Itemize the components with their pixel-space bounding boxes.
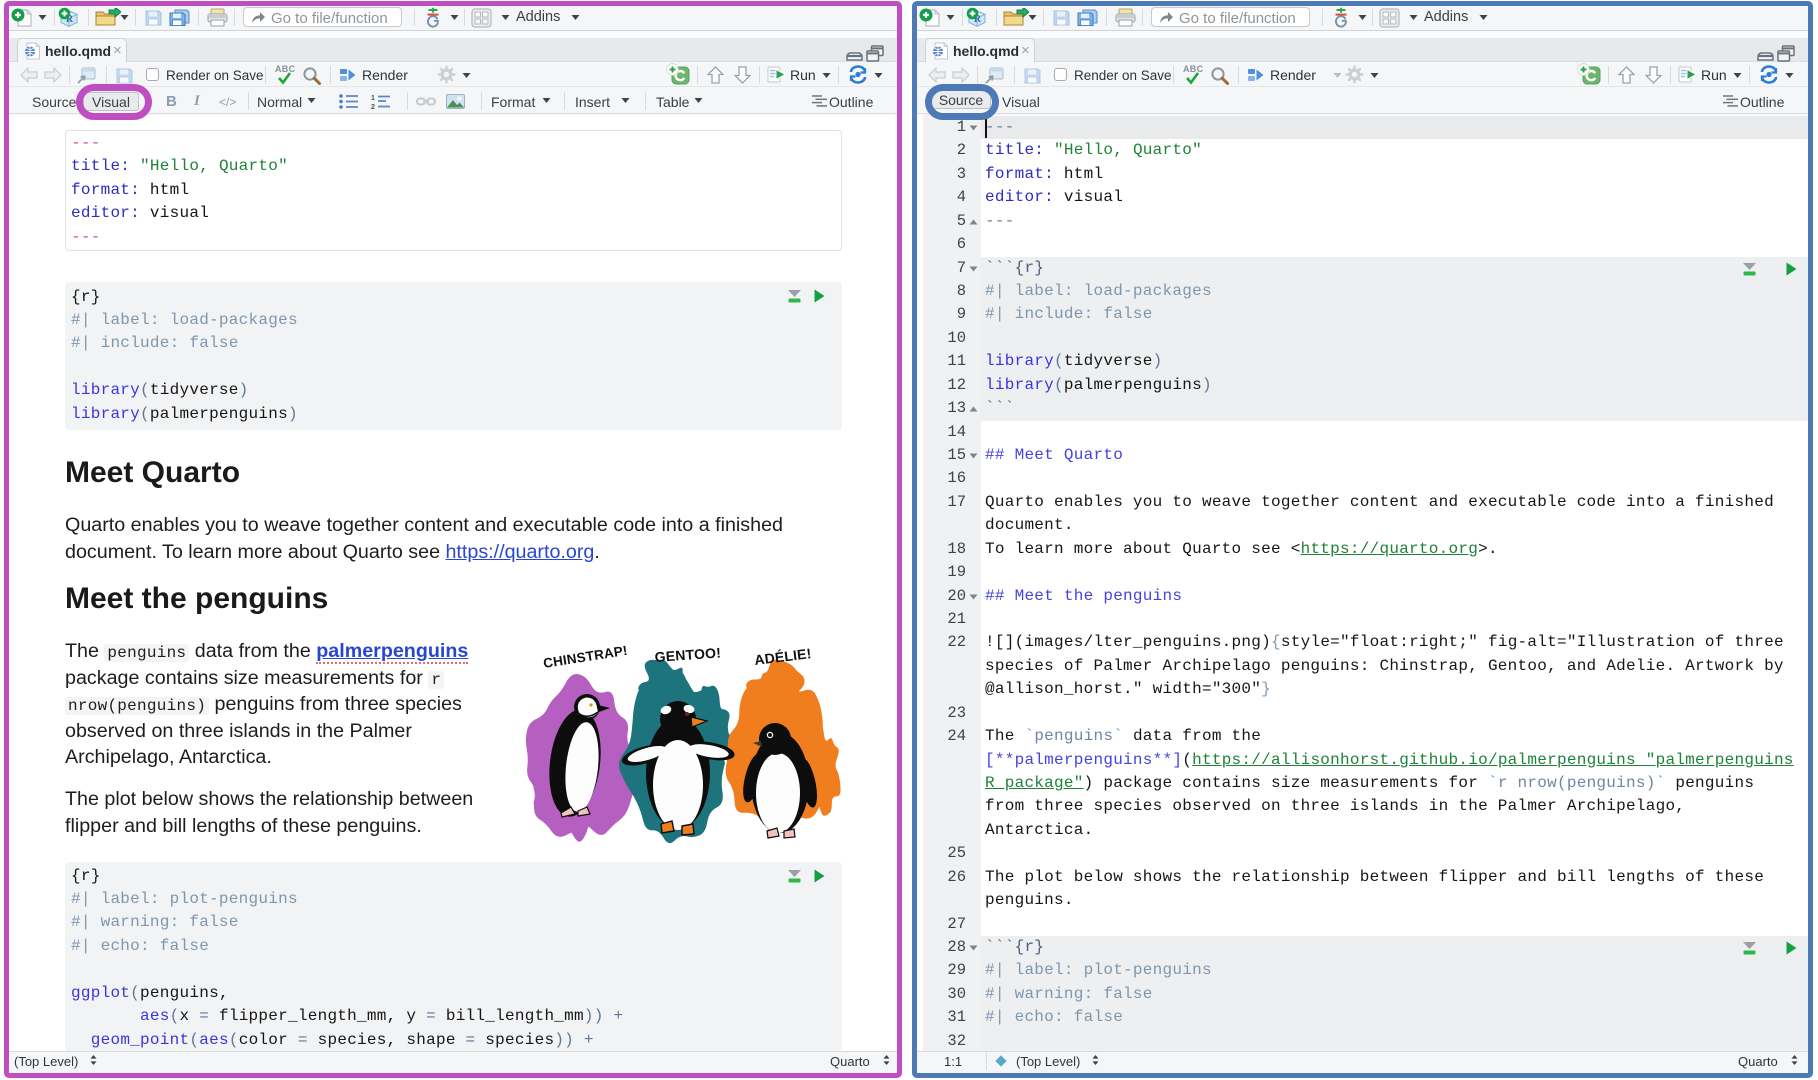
- svg-text:1: 1: [371, 95, 375, 102]
- svg-text:ABC: ABC: [275, 64, 296, 74]
- svg-text:2: 2: [371, 104, 375, 109]
- svg-text:ABC: ABC: [1183, 64, 1204, 74]
- svg-text:GENTOO!: GENTOO!: [654, 644, 721, 665]
- svg-text:ADÉLIE!: ADÉLIE!: [753, 645, 812, 668]
- svg-text:CHINSTRAP!: CHINSTRAP!: [542, 643, 629, 671]
